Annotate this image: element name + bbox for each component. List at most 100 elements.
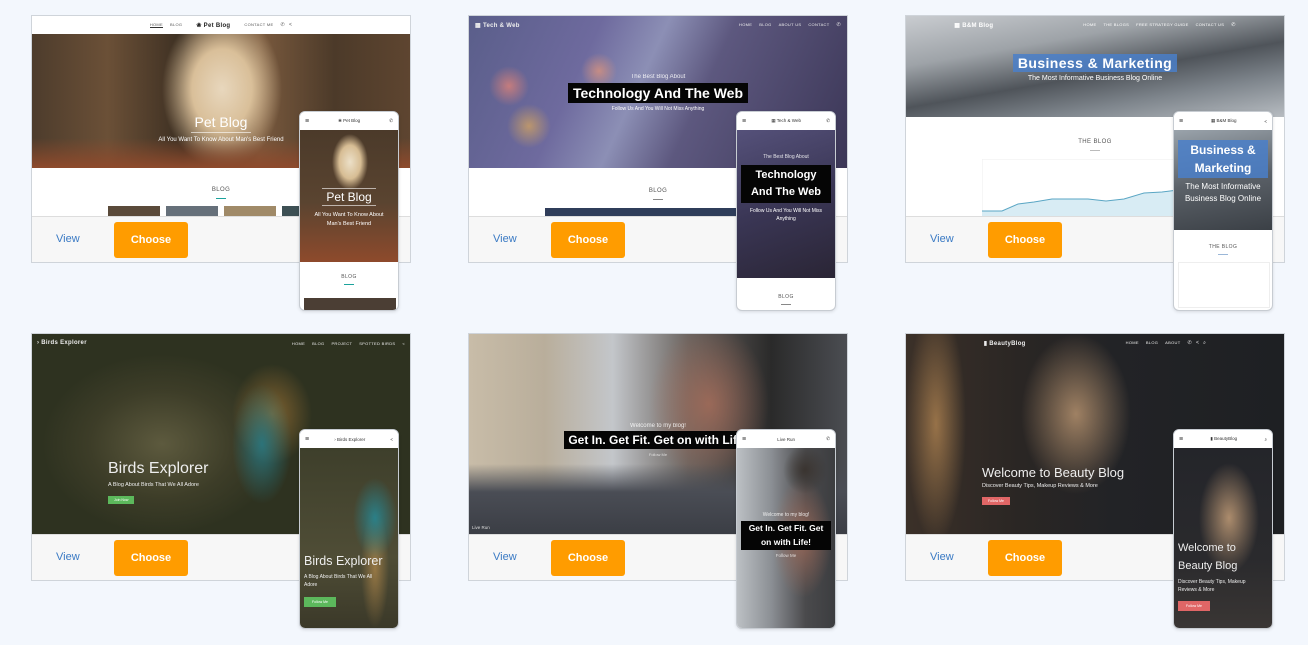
mobile-cta-button[interactable]: Follow Me (304, 597, 336, 607)
view-link[interactable]: View (56, 551, 80, 563)
mobile-preview[interactable]: ≡ ▦ Tech & Web ✆ The Best Blog About Tec… (736, 111, 836, 311)
nav-link: HOME (291, 340, 306, 346)
template-card-birds-explorer: › Birds Explorer HOME BLOG PROJECT SPOTT… (31, 333, 411, 629)
menu-icon: ≡ (305, 117, 310, 125)
footer-brand: Live Run (472, 525, 490, 530)
nav-link: BLOG (312, 340, 325, 346)
nav-links: HOME THE BLOGS FREE STRATEGY GUIDE CONTA… (1083, 22, 1235, 28)
mobile-hero-subtitle: A Blog About Birds That We All Adore (304, 574, 373, 588)
mobile-hero-subtitle: The Most Informative Business Blog Onlin… (1184, 182, 1262, 203)
template-card-pet-blog: HOME BLOG ❀ Pet Blog CONTACT ME ✆ < Pet B… (31, 15, 411, 311)
bird-icon: › (334, 436, 336, 442)
hero-title: Pet Blog (190, 114, 252, 133)
nav-link: BLOG (1145, 340, 1159, 345)
paw-icon: ❀ (338, 118, 342, 123)
hero-cta-button[interactable]: Follow Me (982, 497, 1010, 505)
view-link[interactable]: View (930, 551, 954, 563)
nav-link: CONTACT (808, 22, 830, 27)
mobile-logo: ▮ BeautyBlog (1210, 436, 1238, 441)
nav-link: CONTACT ME (244, 22, 274, 27)
preview-logo: ▦ Tech & Web (475, 22, 520, 29)
view-link[interactable]: View (930, 233, 954, 245)
hero-kicker: The Best Blog About (630, 74, 686, 80)
mobile-preview[interactable]: ≡ ❀ Pet Blog ✆ Pet Blog All You Want To … (299, 111, 399, 311)
blog-card-placeholder (1178, 262, 1270, 308)
preview-logo: ▦ B&M Blog (954, 22, 994, 29)
blog-thumb (304, 298, 396, 310)
mobile-section-title: THE BLOG (1208, 244, 1238, 250)
nav-link: PROJECT (331, 340, 353, 346)
mobile-hero-kicker: Welcome to my blog! (762, 512, 810, 518)
preview-logo: ❀ Pet Blog (196, 22, 231, 29)
mobile-hero-title: Get In. Get Fit. Get on with Life! (741, 521, 831, 551)
hero-title: Birds Explorer (108, 460, 209, 477)
mobile-hero-subtitle: Discover Beauty Tips, Makeup Reviews & M… (1178, 579, 1246, 594)
mobile-section-title: BLOG (341, 274, 357, 280)
search-icon: ⌕ (1203, 340, 1207, 346)
phone-icon: ✆ (836, 22, 841, 28)
view-link[interactable]: View (493, 233, 517, 245)
mobile-preview[interactable]: ≡ ▮ BeautyBlog ⌕ Welcome to Beauty Blog … (1173, 429, 1273, 629)
mobile-logo: ▦ Tech & Web (771, 118, 801, 123)
template-card-live-run: Welcome to my blog! Get In. Get Fit. Get… (468, 333, 848, 629)
nav-links: HOME BLOG ABOUT US CONTACT ✆ (739, 22, 841, 28)
menu-icon: ≡ (742, 117, 747, 125)
mobile-hero-image: Pet Blog All You Want To Know About Man'… (300, 130, 398, 262)
mobile-hero-title: Business & Marketing (1178, 140, 1268, 178)
view-link[interactable]: View (493, 551, 517, 563)
hero-subtitle: Discover Beauty Tips, Makeup Reviews & M… (982, 483, 1098, 489)
mobile-preview[interactable]: ≡ › Birds Explorer < Birds Explorer A Bl… (299, 429, 399, 629)
choose-button[interactable]: Choose (988, 540, 1062, 576)
phone-icon: ✆ (826, 436, 830, 441)
mobile-hero-subtitle: Follow Us And You Will Not Miss Anything (750, 208, 822, 223)
mobile-hero-subtitle: All You Want To Know About Man's Best Fr… (314, 212, 384, 227)
mobile-hero-title: Birds Explorer (304, 554, 383, 568)
choose-button[interactable]: Choose (551, 222, 625, 258)
bird-icon: › (37, 340, 40, 346)
hero-title: Business & Marketing (1012, 54, 1178, 72)
choose-button[interactable]: Choose (988, 222, 1062, 258)
choose-button[interactable]: Choose (114, 222, 188, 258)
hero-image: ▦ B&M Blog HOME THE BLOGS FREE STRATEGY … (906, 16, 1284, 117)
grid-icon: ▦ (954, 22, 961, 29)
hero-title: Technology And The Web (567, 83, 749, 103)
nav-link: ABOUT (1165, 340, 1181, 345)
nav-link: HOME (149, 22, 164, 28)
blog-thumb (224, 206, 276, 216)
phone-icon: ✆ (280, 22, 285, 28)
nav-link: FREE STRATEGY GUIDE (1136, 22, 1189, 27)
grid-icon: ▦ (1210, 118, 1216, 123)
hero-cta-button[interactable]: Join Now (108, 496, 135, 504)
mobile-logo: ▦ B&M Blog (1210, 118, 1237, 123)
menu-icon: ≡ (742, 435, 747, 443)
mobile-logo: › Birds Explorer (334, 436, 366, 442)
blog-thumb (545, 208, 739, 216)
phone-icon: ✆ (1231, 22, 1236, 28)
mobile-hero-image: Welcome to Beauty Blog Discover Beauty T… (1174, 448, 1272, 628)
nav-link: SPOTTED BIRDS (359, 340, 396, 346)
view-link[interactable]: View (56, 233, 80, 245)
hero-subtitle: The Most Informative Business Blog Onlin… (1027, 75, 1163, 82)
mobile-preview[interactable]: ≡ ▦ B&M Blog < Business & Marketing The … (1173, 111, 1273, 311)
paw-icon: ❀ (196, 22, 202, 29)
choose-button[interactable]: Choose (551, 540, 625, 576)
mobile-logo: Live Run (777, 436, 796, 442)
share-icon: < (1264, 118, 1267, 124)
nav-link: CONTACT US (1195, 22, 1225, 27)
mobile-hero-kicker: The Best Blog About (763, 154, 809, 160)
lipstick-icon: ▮ (1210, 436, 1213, 441)
mobile-cta-button[interactable]: Follow Me (1178, 601, 1210, 612)
grid-icon: ▦ (771, 118, 776, 123)
mobile-section-title: BLOG (778, 294, 794, 300)
mobile-preview[interactable]: ≡ Live Run ✆ Welcome to my blog! Get In.… (736, 429, 836, 629)
section-underline (344, 284, 354, 285)
nav-link: HOME (1083, 22, 1097, 27)
choose-button[interactable]: Choose (114, 540, 188, 576)
search-icon: ⌕ (1264, 436, 1267, 442)
mobile-hero-image: Welcome to my blog! Get In. Get Fit. Get… (737, 448, 835, 628)
hero-subtitle: A Blog About Birds That We All Adore (108, 482, 199, 488)
mobile-hero-title: Welcome to Beauty Blog (1178, 542, 1238, 572)
nav-link: BLOG (759, 22, 772, 27)
mobile-nav: ≡ ❀ Pet Blog ✆ (300, 112, 398, 130)
phone-icon: ✆ (389, 118, 393, 123)
